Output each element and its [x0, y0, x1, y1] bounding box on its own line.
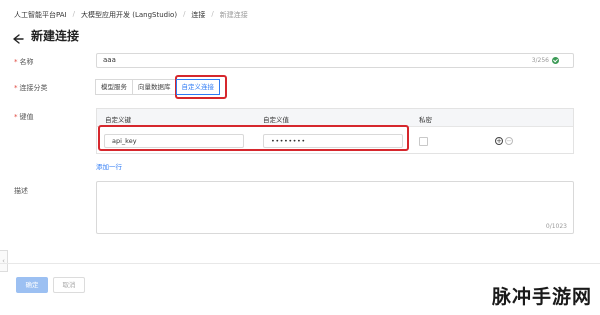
- breadcrumb-item-langstudio[interactable]: 大模型应用开发 (LangStudio): [81, 10, 177, 20]
- required-mark: *: [14, 84, 18, 92]
- column-header-value: 自定义值: [263, 116, 289, 124]
- tab-vector-database[interactable]: 向量数据库: [132, 79, 177, 95]
- required-mark: *: [14, 113, 18, 121]
- category-label: * 连接分类: [14, 84, 48, 92]
- description-textarea[interactable]: 0/1023: [96, 181, 574, 234]
- required-mark: *: [14, 58, 18, 66]
- add-row-link[interactable]: 添加一行: [96, 161, 122, 171]
- breadcrumb-item-pai[interactable]: 人工智能平台PAI: [14, 10, 67, 20]
- name-input[interactable]: aaa 3/256: [96, 53, 574, 68]
- column-header-key: 自定义键: [105, 116, 131, 124]
- page-title: 新建连接: [31, 29, 80, 43]
- confirm-button[interactable]: 确定: [16, 277, 48, 293]
- footer-divider: [0, 263, 600, 264]
- minus-circle-icon[interactable]: −: [505, 137, 513, 145]
- private-checkbox[interactable]: [419, 137, 428, 146]
- check-circle-icon: [552, 57, 559, 64]
- name-char-count: 3/256: [532, 54, 559, 67]
- page-header: 新建连接: [12, 27, 79, 44]
- column-header-private: 私密: [419, 116, 432, 124]
- tab-model-service[interactable]: 模型服务: [95, 79, 133, 95]
- breadcrumb-item-current: 新建连接: [219, 11, 248, 19]
- cancel-button[interactable]: 取消: [53, 277, 85, 293]
- breadcrumb: 人工智能平台PAI / 大模型应用开发 (LangStudio) / 连接 / …: [14, 10, 248, 20]
- description-label: 描述: [14, 187, 28, 195]
- breadcrumb-separator: /: [183, 10, 186, 18]
- breadcrumb-separator: /: [72, 10, 75, 18]
- name-label: * 名称: [14, 58, 34, 66]
- collapse-handle[interactable]: ‹: [0, 250, 8, 272]
- breadcrumb-item-connections[interactable]: 连接: [191, 10, 205, 20]
- description-char-count: 0/1023: [545, 223, 567, 230]
- plus-circle-icon[interactable]: +: [495, 137, 503, 145]
- back-arrow-icon[interactable]: [12, 30, 24, 44]
- category-tabs: 模型服务 向量数据库 自定义连接: [95, 79, 220, 95]
- breadcrumb-separator: /: [211, 10, 214, 18]
- tab-custom-connection[interactable]: 自定义连接: [175, 79, 220, 95]
- highlight-box: [98, 125, 409, 151]
- keyvalue-label: * 键值: [14, 113, 34, 121]
- watermark-logo: 脉冲手游网: [491, 286, 592, 308]
- name-input-value: aaa: [103, 56, 116, 64]
